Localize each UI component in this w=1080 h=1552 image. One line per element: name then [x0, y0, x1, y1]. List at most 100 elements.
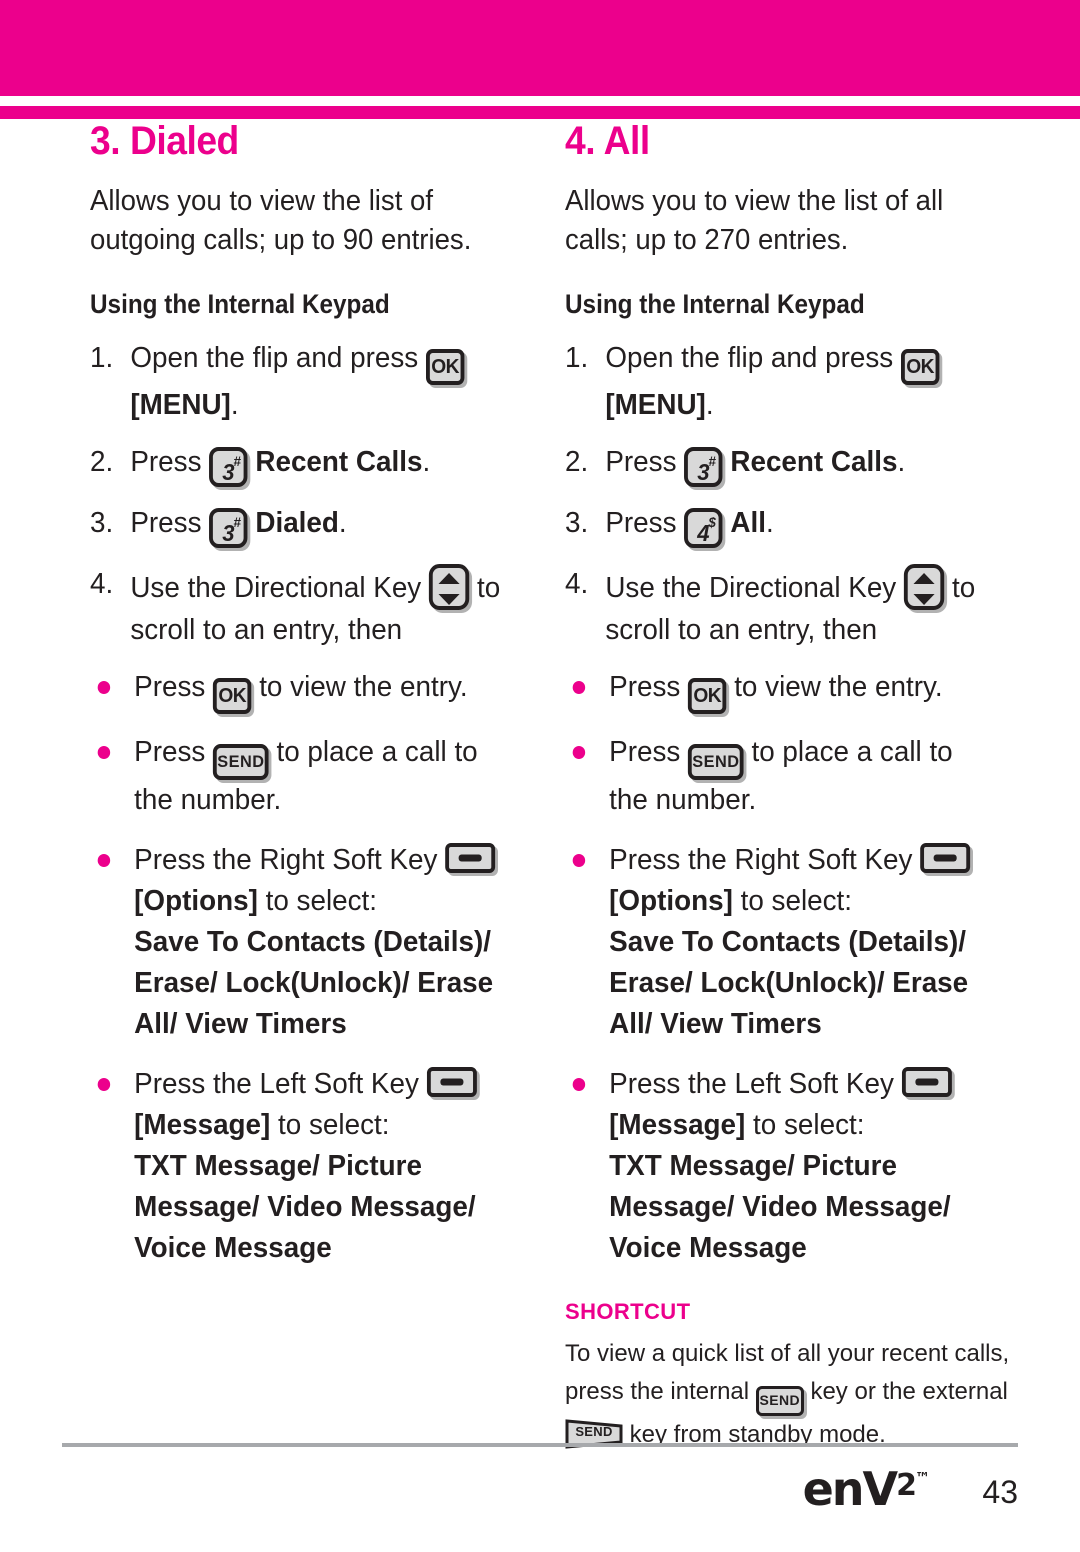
step-text-tail: . — [338, 507, 347, 540]
bullet-dot-icon — [572, 853, 586, 867]
directional-key-icon — [428, 564, 470, 611]
soft-key-icon — [445, 842, 496, 873]
step-text: Open the flip and press — [605, 342, 901, 375]
step-text: Press — [130, 507, 210, 540]
subsection-title: Using the Internal Keypad — [565, 289, 865, 320]
bullet-text: Press the Right Soft Key — [609, 843, 921, 876]
soft-key-icon — [901, 1066, 952, 1097]
send-key-icon: SEND — [213, 744, 269, 781]
directional-key-icon — [903, 564, 945, 611]
step-target-label: All — [730, 507, 766, 540]
bullet-item: Press the Left Soft Key [Message] to sel… — [90, 1064, 522, 1270]
bullet-text: Press the Left Soft Key — [134, 1067, 427, 1100]
bullet-item: Press OK to view the entry. — [565, 667, 997, 715]
internal-send-key-icon: SEND — [755, 1385, 804, 1416]
step-number: 4. — [565, 568, 589, 601]
step-target-label: Dialed — [255, 507, 339, 540]
step-target-label: Recent Calls — [255, 446, 423, 479]
soft-key-label: [Options] — [134, 884, 258, 917]
step-item: 3. Press 3 # Dialed. — [90, 503, 522, 549]
step-item: 1. Open the flip and press OK [MENU]. — [90, 338, 522, 426]
page-footer: enV2™ 43 — [0, 1462, 1080, 1532]
page-number: 43 — [982, 1474, 1018, 1510]
ok-key-icon: OK — [688, 678, 727, 715]
step-menu-label: [MENU] — [605, 389, 706, 422]
soft-key-icon — [920, 842, 971, 873]
bullet-dot-icon — [97, 681, 111, 695]
bullet-text-tail: to select: — [745, 1108, 865, 1141]
step-text-tail: . — [422, 446, 431, 479]
step-item: 2. Press 3 # Recent Calls. — [565, 442, 997, 488]
bullet-dot-icon — [572, 1077, 586, 1091]
section-intro: Allows you to view the list of outgoing … — [90, 185, 472, 256]
column-dialed: 3. Dialed Allows you to view the list of… — [90, 119, 540, 1287]
step-text: Use the Directional Key — [130, 572, 429, 605]
bullet-item: Press OK to view the entry. — [90, 667, 522, 715]
options-list: Save To Contacts (Details)/ Erase/ Lock(… — [134, 925, 494, 1041]
soft-key-icon — [426, 1066, 477, 1097]
column-all: 4. All Allows you to view the list of al… — [565, 119, 1015, 1453]
section-intro: Allows you to view the list of all calls… — [565, 185, 944, 256]
bullet-text: Press — [134, 736, 214, 769]
shortcut-body: To view a quick list of all your recent … — [565, 1335, 1015, 1452]
step-item: 3. Press 4 $ All. — [565, 503, 997, 549]
bullet-item: Press SEND to place a call to the number… — [565, 732, 997, 821]
step-number: 1. — [90, 342, 114, 375]
shortcut-title: SHORTCUT — [565, 1299, 691, 1325]
trademark-icon: ™ — [915, 1469, 930, 1487]
step-list: 1. Open the flip and press OK [MENU]. 2. P… — [90, 338, 540, 651]
options-list: Save To Contacts (Details)/ Erase/ Lock(… — [609, 925, 969, 1041]
bullet-text-tail: to select: — [257, 884, 378, 917]
bullet-text: Press the Left Soft Key — [609, 1067, 902, 1100]
shortcut-text-2: key or the external — [803, 1377, 1008, 1405]
soft-key-label: [Message] — [609, 1108, 746, 1141]
step-number: 3. — [565, 507, 589, 540]
step-item: 4. Use the Directional Key to scroll to a… — [90, 564, 522, 651]
logo-text: enV — [802, 1462, 899, 1516]
step-item: 2. Press 3 # Recent Calls. — [90, 442, 522, 488]
bullet-dot-icon — [97, 746, 111, 760]
page-title: 3. Dialed — [90, 119, 239, 163]
header-band — [0, 0, 1080, 96]
bullet-text: Press — [609, 671, 689, 704]
bullet-dot-icon — [97, 853, 111, 867]
logo-superscript: 2 — [896, 1468, 917, 1503]
bullet-text: Press — [134, 671, 214, 704]
number-key-icon: 3 # — [684, 447, 723, 488]
bullet-text-tail: to select: — [732, 884, 853, 917]
soft-key-label: [Message] — [134, 1108, 271, 1141]
header-accent-rule — [0, 106, 1080, 119]
ok-key-icon: OK — [425, 349, 465, 386]
step-text: Press — [130, 446, 210, 479]
step-number: 1. — [565, 342, 589, 375]
subsection-title: Using the Internal Keypad — [90, 289, 390, 320]
step-menu-label: [MENU] — [130, 389, 231, 422]
bullet-item: Press SEND to place a call to the number… — [90, 732, 522, 821]
number-key-icon: 3 # — [209, 508, 248, 549]
options-list: TXT Message/ Picture Message/ Video Mess… — [609, 1149, 951, 1265]
bullet-text: Press — [609, 736, 689, 769]
bullet-list: Press OK to view the entry. Press SEND t… — [90, 667, 540, 1269]
page-title: 4. All — [565, 119, 650, 163]
step-text: Open the flip and press — [130, 342, 426, 375]
footer-divider — [62, 1443, 1018, 1447]
number-key-icon: 3 # — [209, 447, 248, 488]
step-list: 1. Open the flip and press OK [MENU]. 2. P… — [565, 338, 1015, 651]
number-key-icon: 4 $ — [684, 508, 723, 549]
step-item: 4. Use the Directional Key to scroll to a… — [565, 564, 997, 651]
step-item: 1. Open the flip and press OK [MENU]. — [565, 338, 997, 426]
step-target-label: Recent Calls — [730, 446, 898, 479]
bullet-item: Press the Right Soft Key [Options] to se… — [565, 840, 997, 1046]
bullet-text-tail: to view the entry. — [251, 671, 468, 704]
step-text-tail: . — [897, 446, 906, 479]
bullet-text-tail: to view the entry. — [726, 671, 943, 704]
step-text-tail: . — [705, 389, 714, 422]
ok-key-icon: OK — [900, 349, 940, 386]
bullet-item: Press the Right Soft Key [Options] to se… — [90, 840, 522, 1046]
step-text: Press — [605, 446, 685, 479]
step-text-tail: . — [765, 507, 774, 540]
ok-key-icon: OK — [213, 678, 252, 715]
step-number: 2. — [565, 446, 589, 479]
soft-key-label: [Options] — [609, 884, 733, 917]
options-list: TXT Message/ Picture Message/ Video Mess… — [134, 1149, 476, 1265]
